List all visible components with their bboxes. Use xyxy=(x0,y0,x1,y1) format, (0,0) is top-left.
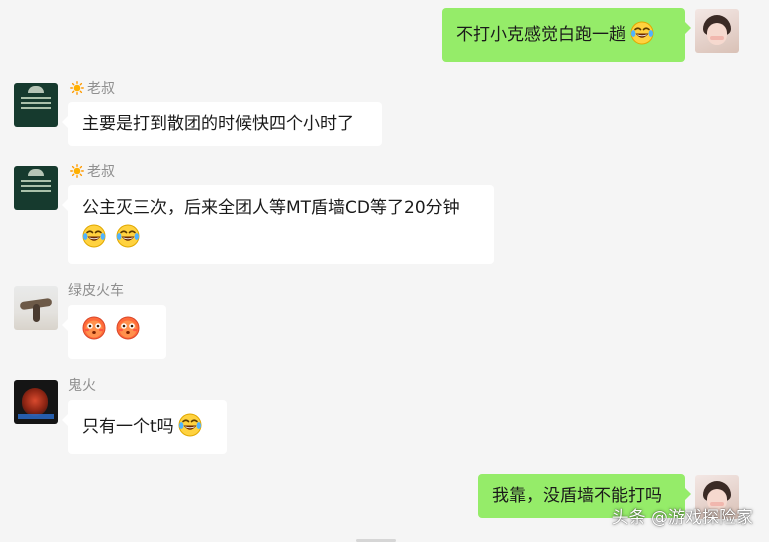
sender-name-text: 老叔 xyxy=(87,81,115,97)
laugh-cry-emoji xyxy=(82,224,106,248)
message-bubble[interactable] xyxy=(62,305,166,359)
sender-name: 鬼火 xyxy=(68,375,96,395)
message-bubble[interactable]: 只有一个t吗 xyxy=(62,400,227,454)
message-text: 主要是打到散团的时候快四个小时了 xyxy=(82,114,354,134)
sun-icon xyxy=(70,164,84,178)
sun-icon xyxy=(70,81,84,95)
laugh-cry-emoji xyxy=(177,413,202,437)
laugh-cry-emoji xyxy=(116,224,140,248)
sender-name: 绿皮火车 xyxy=(68,280,124,300)
sender-name: 老叔 xyxy=(70,161,115,181)
message-text: 不打小克感觉白跑一趟 xyxy=(456,25,626,45)
message-bubble[interactable]: 公主灭三次，后来全团人等MT盾墙CD等了20分钟 xyxy=(62,185,494,264)
sender-name-text: 鬼火 xyxy=(68,378,96,394)
laugh-cry-emoji xyxy=(630,21,654,45)
sender-name: 老叔 xyxy=(70,78,115,98)
avatar[interactable] xyxy=(14,380,58,424)
flushed-emoji xyxy=(82,316,106,340)
message-text: 只有一个t吗 xyxy=(82,417,174,437)
sender-name-text: 老叔 xyxy=(87,164,115,180)
avatar[interactable] xyxy=(14,166,58,210)
emoji-row xyxy=(82,223,480,253)
message-bubble[interactable]: 不打小克感觉白跑一趟 xyxy=(442,8,691,62)
message-text: 公主灭三次，后来全团人等MT盾墙CD等了20分钟 xyxy=(82,198,460,218)
avatar[interactable] xyxy=(695,9,739,53)
avatar[interactable] xyxy=(14,83,58,127)
sender-name-text: 绿皮火车 xyxy=(68,283,124,299)
flushed-emoji xyxy=(116,316,140,340)
watermark: 头条 @游戏探险家 xyxy=(611,508,753,528)
message-bubble[interactable]: 主要是打到散团的时候快四个小时了 xyxy=(62,102,382,146)
avatar[interactable] xyxy=(14,286,58,330)
